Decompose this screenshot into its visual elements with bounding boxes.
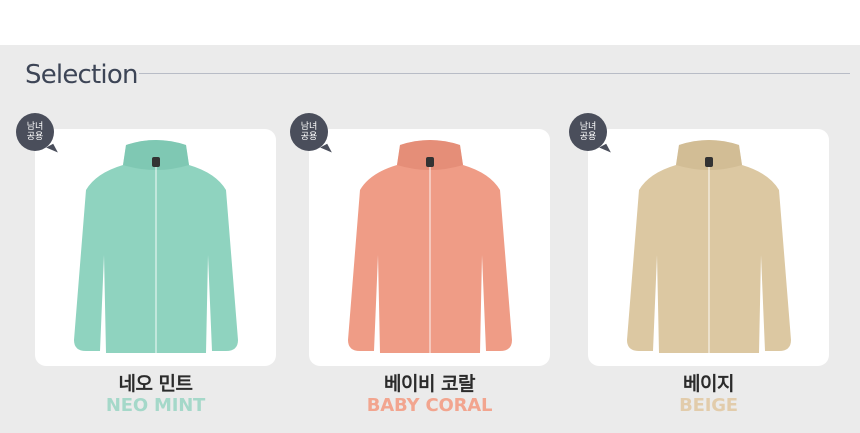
product-name-ko[interactable]: 베이지 <box>588 369 829 396</box>
badge-line1: 남녀 <box>300 122 318 132</box>
product-name-ko[interactable]: 네오 민트 <box>35 369 276 396</box>
badge-line2: 공용 <box>300 132 318 142</box>
jacket-image <box>73 140 238 353</box>
product-name-ko[interactable]: 베이비 코랄 <box>309 369 550 396</box>
unisex-badge: 남녀 공용 <box>290 113 328 151</box>
selection-panel: Selection 남녀 공용 네오 민트 NEO MINT 남녀 공용 베이비… <box>0 45 860 433</box>
unisex-badge: 남녀 공용 <box>16 113 54 151</box>
badge-line2: 공용 <box>26 132 44 142</box>
section-title: Selection <box>25 60 138 90</box>
title-divider <box>139 73 850 74</box>
badge-line1: 남녀 <box>579 122 597 132</box>
product-name-en[interactable]: NEO MINT <box>35 395 276 416</box>
product-name-en[interactable]: BEIGE <box>588 395 829 416</box>
badge-line1: 남녀 <box>26 122 44 132</box>
product-name-en[interactable]: BABY CORAL <box>309 395 550 416</box>
jacket-image <box>347 140 512 353</box>
product-card-baby-coral[interactable] <box>309 129 550 366</box>
jacket-image <box>626 140 791 353</box>
product-card-neo-mint[interactable] <box>35 129 276 366</box>
product-card-beige[interactable] <box>588 129 829 366</box>
unisex-badge: 남녀 공용 <box>569 113 607 151</box>
badge-line2: 공용 <box>579 132 597 142</box>
